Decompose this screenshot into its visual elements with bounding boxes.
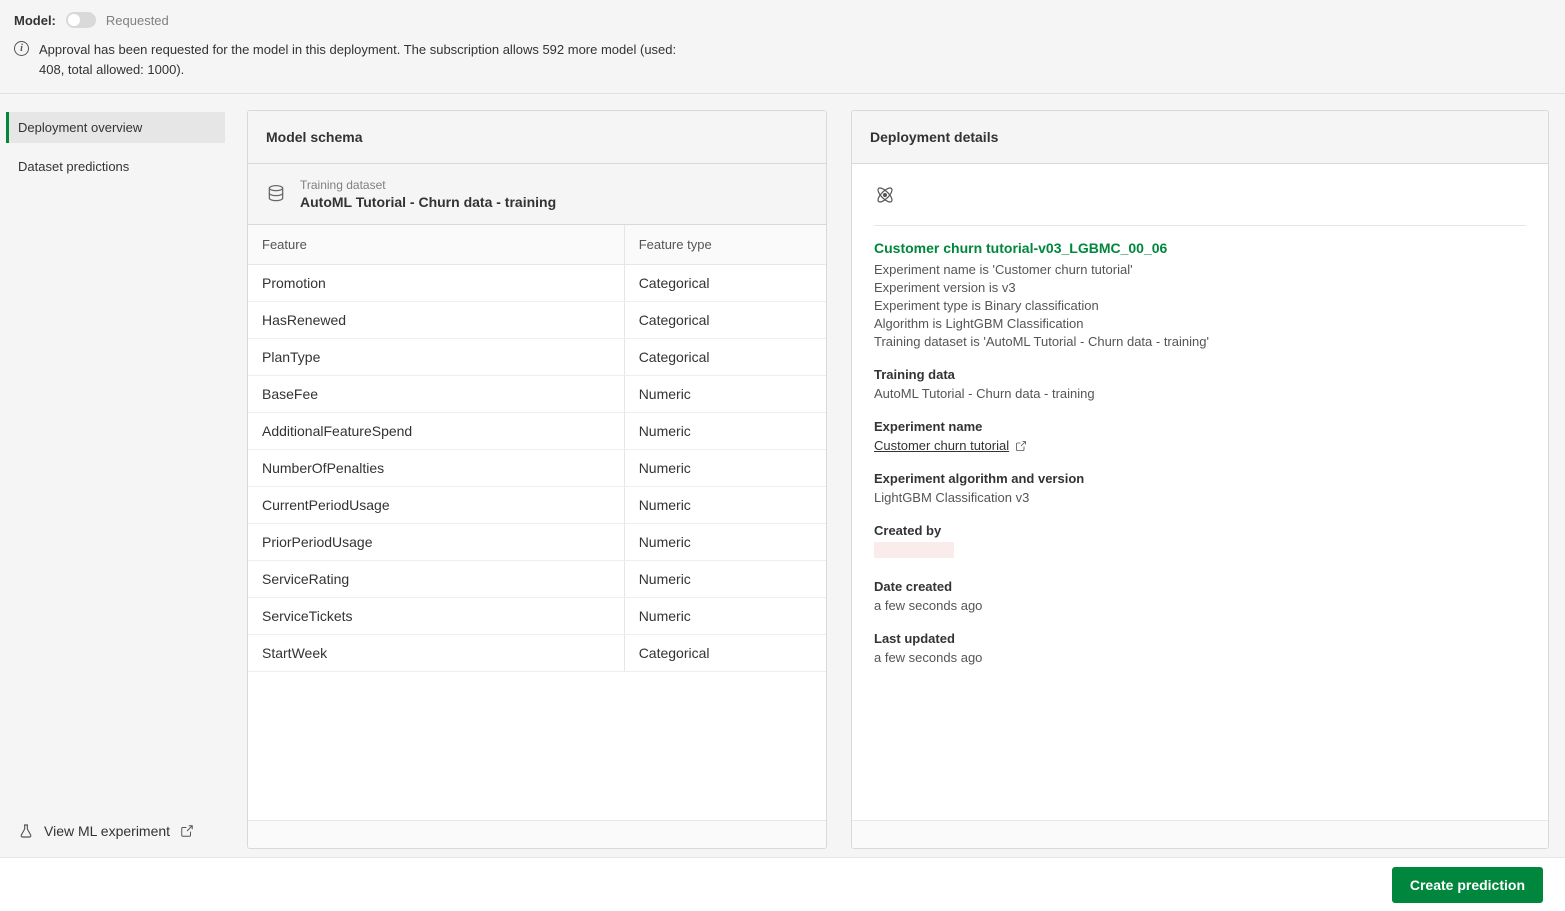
feature-type-cell: Numeric [624, 561, 826, 597]
left-sidebar: Deployment overview Dataset predictions … [0, 94, 231, 865]
flask-icon [18, 823, 34, 839]
top-bar: Model: Requested i Approval has been req… [0, 0, 1565, 94]
schema-table-body: PromotionCategoricalHasRenewedCategorica… [248, 265, 826, 820]
create-prediction-button[interactable]: Create prediction [1392, 867, 1543, 903]
redacted-avatar [874, 542, 954, 558]
experiment-name-value: Customer churn tutorial [874, 438, 1526, 453]
table-row: StartWeekCategorical [248, 635, 826, 672]
sidebar-item-label: Dataset predictions [18, 159, 129, 174]
training-data-label: Training data [874, 367, 1526, 382]
deployment-details-header: Deployment details [852, 111, 1548, 164]
feature-cell: PriorPeriodUsage [248, 524, 624, 560]
training-data-value: AutoML Tutorial - Churn data - training [874, 386, 1526, 401]
table-row: AdditionalFeatureSpendNumeric [248, 413, 826, 450]
algorithm-label: Experiment algorithm and version [874, 471, 1526, 486]
feature-cell: ServiceTickets [248, 598, 624, 634]
sidebar-item-dataset-predictions[interactable]: Dataset predictions [6, 151, 225, 182]
info-icon: i [14, 41, 29, 56]
last-updated-label: Last updated [874, 631, 1526, 646]
experiment-name-link[interactable]: Customer churn tutorial [874, 438, 1027, 453]
table-row: BaseFeeNumeric [248, 376, 826, 413]
feature-cell: StartWeek [248, 635, 624, 671]
content-area: Model schema Training dataset AutoML Tut… [231, 94, 1565, 865]
table-row: PlanTypeCategorical [248, 339, 826, 376]
model-toggle-row: Model: Requested [14, 12, 1551, 28]
feature-type-cell: Numeric [624, 524, 826, 560]
feature-type-cell: Categorical [624, 339, 826, 375]
schema-panel-footer [248, 820, 826, 848]
table-row: CurrentPeriodUsageNumeric [248, 487, 826, 524]
table-row: PriorPeriodUsageNumeric [248, 524, 826, 561]
model-schema-panel: Model schema Training dataset AutoML Tut… [247, 110, 827, 849]
view-ml-experiment-link[interactable]: View ML experiment [6, 815, 225, 857]
feature-cell: NumberOfPenalties [248, 450, 624, 486]
details-panel-footer [852, 820, 1548, 848]
deployment-details-panel: Deployment details Customer churn tutori… [851, 110, 1549, 849]
last-updated-value: a few seconds ago [874, 650, 1526, 665]
column-header-feature: Feature [248, 225, 624, 264]
footer-bar: Create prediction [0, 857, 1565, 911]
model-name-link[interactable]: Customer churn tutorial-v03_LGBMC_00_06 [874, 240, 1526, 256]
feature-type-cell: Categorical [624, 265, 826, 301]
approval-message-row: i Approval has been requested for the mo… [14, 40, 1551, 79]
feature-type-cell: Numeric [624, 376, 826, 412]
feature-type-cell: Categorical [624, 302, 826, 338]
feature-cell: AdditionalFeatureSpend [248, 413, 624, 449]
model-label: Model: [14, 13, 56, 28]
table-row: ServiceRatingNumeric [248, 561, 826, 598]
deployment-details-body: Customer churn tutorial-v03_LGBMC_00_06 … [852, 164, 1548, 820]
date-created-label: Date created [874, 579, 1526, 594]
feature-type-cell: Numeric [624, 598, 826, 634]
external-link-icon [1015, 440, 1027, 452]
sidebar-item-deployment-overview[interactable]: Deployment overview [6, 112, 225, 143]
date-created-value: a few seconds ago [874, 598, 1526, 613]
feature-cell: BaseFee [248, 376, 624, 412]
model-schema-header: Model schema [248, 111, 826, 164]
view-ml-experiment-label: View ML experiment [44, 823, 170, 839]
algorithm-value: LightGBM Classification v3 [874, 490, 1526, 505]
approval-message: Approval has been requested for the mode… [39, 40, 699, 79]
feature-cell: CurrentPeriodUsage [248, 487, 624, 523]
atom-icon [874, 184, 896, 206]
table-row: HasRenewedCategorical [248, 302, 826, 339]
feature-cell: HasRenewed [248, 302, 624, 338]
model-approval-toggle[interactable] [66, 12, 96, 28]
feature-type-cell: Categorical [624, 635, 826, 671]
created-by-value [874, 542, 1526, 561]
training-dataset-label: Training dataset [300, 178, 556, 192]
table-row: NumberOfPenaltiesNumeric [248, 450, 826, 487]
feature-cell: Promotion [248, 265, 624, 301]
deployment-meta-line: Experiment name is 'Customer churn tutor… [874, 262, 1526, 277]
deployment-meta-line: Experiment version is v3 [874, 280, 1526, 295]
deployment-meta-line: Training dataset is 'AutoML Tutorial - C… [874, 334, 1526, 349]
table-row: ServiceTicketsNumeric [248, 598, 826, 635]
schema-table-header: Feature Feature type [248, 225, 826, 265]
column-header-type: Feature type [624, 225, 826, 264]
created-by-label: Created by [874, 523, 1526, 538]
deployment-meta-line: Experiment type is Binary classification [874, 298, 1526, 313]
feature-cell: ServiceRating [248, 561, 624, 597]
table-row: PromotionCategorical [248, 265, 826, 302]
sidebar-item-label: Deployment overview [18, 120, 142, 135]
main-area: Deployment overview Dataset predictions … [0, 94, 1565, 865]
feature-type-cell: Numeric [624, 487, 826, 523]
training-dataset-row: Training dataset AutoML Tutorial - Churn… [248, 164, 826, 225]
database-icon [266, 183, 286, 205]
training-dataset-name: AutoML Tutorial - Churn data - training [300, 194, 556, 210]
experiment-name-label: Experiment name [874, 419, 1526, 434]
deployment-meta-line: Algorithm is LightGBM Classification [874, 316, 1526, 331]
external-link-icon [180, 824, 194, 838]
feature-type-cell: Numeric [624, 413, 826, 449]
feature-cell: PlanType [248, 339, 624, 375]
feature-type-cell: Numeric [624, 450, 826, 486]
model-status-text: Requested [106, 13, 169, 28]
